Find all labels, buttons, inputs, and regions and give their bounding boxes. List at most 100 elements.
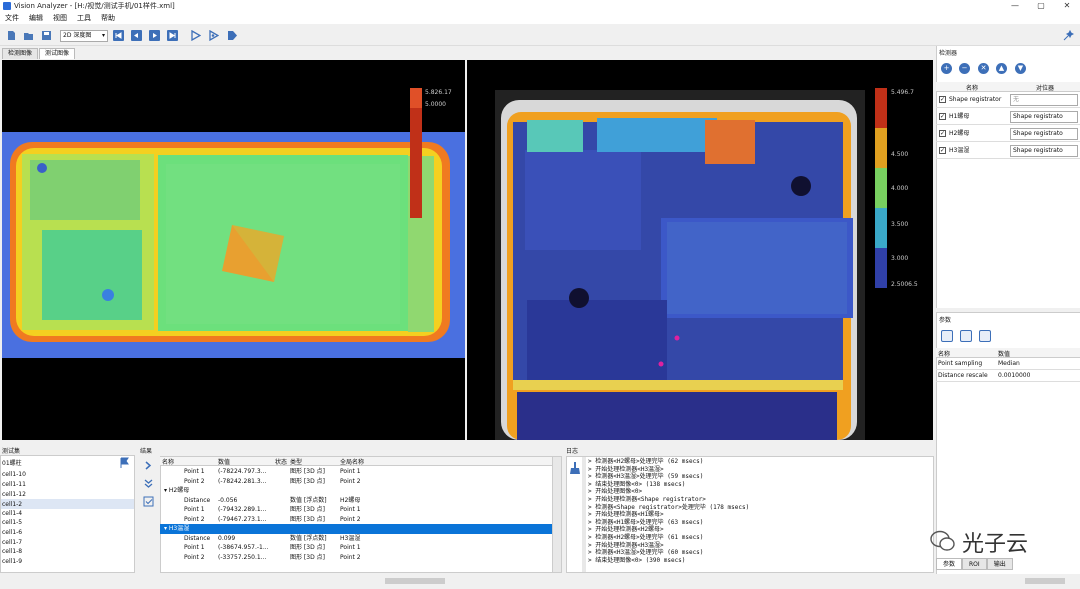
horizontal-scrollbar-right[interactable] — [1025, 578, 1065, 584]
result-row[interactable]: Point 1 (-78224.797.3... 图形 [3D 点] Point 1 — [160, 467, 552, 477]
param-value[interactable]: Median — [998, 358, 1020, 370]
run-step-icon[interactable] — [208, 30, 219, 41]
minimize-button[interactable]: — — [1002, 0, 1028, 12]
menu-tools[interactable]: 工具 — [72, 12, 96, 24]
col-param-name: 名称 — [938, 351, 951, 358]
result-row[interactable]: Distance -0.056 数值 [浮点数] H2螺母 — [160, 496, 552, 506]
detector-checkbox[interactable]: ✓ — [939, 130, 946, 137]
param-row[interactable]: Point sampling Median — [936, 358, 1080, 370]
results-scrollbar[interactable] — [552, 457, 561, 572]
result-type: 图形 [3D 点] — [290, 506, 325, 513]
log-line: > 检测器<H3温湿>处理完毕 (59 msecs) — [588, 473, 704, 481]
detector-checkbox[interactable]: ✓ — [939, 113, 946, 120]
test-set-item[interactable]: cell1-6 — [2, 528, 22, 537]
param-value[interactable]: 0.0010000 — [998, 370, 1030, 382]
result-row[interactable]: Point 2 (-79467.273.1... 图形 [3D 点] Point 2 — [160, 515, 552, 525]
last-icon[interactable] — [167, 30, 178, 41]
wechat-logo-icon — [930, 530, 955, 551]
view-tabs: 检测图像 测试图像 — [2, 48, 76, 59]
test-set-item[interactable]: cell1-9 — [2, 557, 22, 566]
tab-params[interactable]: 参数 — [936, 558, 963, 570]
detector-select-value: 无 — [1013, 96, 1020, 103]
detector-select[interactable]: Shape registrato — [1010, 145, 1078, 157]
param-reset-button[interactable] — [979, 330, 991, 342]
view-select[interactable]: 2D 深度图 ▾ — [60, 30, 108, 42]
play-icon[interactable] — [227, 30, 238, 41]
delete-detector-button[interactable]: ✕ — [978, 63, 989, 74]
test-set-item[interactable]: 01螺柱 — [2, 459, 22, 468]
detector-row[interactable]: ✓ Shape registrator 无 — [936, 92, 1080, 108]
open-folder-icon[interactable] — [23, 30, 34, 41]
menu-edit[interactable]: 编辑 — [24, 12, 48, 24]
result-row[interactable]: Point 2 (-78242.281.3... 图形 [3D 点] Point 2 — [160, 477, 552, 487]
add-detector-button[interactable]: + — [941, 63, 952, 74]
horizontal-scrollbar[interactable] — [385, 578, 445, 584]
remove-detector-button[interactable]: − — [959, 63, 970, 74]
result-row[interactable]: ▾ H2螺母 — [160, 486, 552, 496]
move-up-button[interactable]: ▲ — [996, 63, 1007, 74]
first-icon[interactable] — [113, 30, 124, 41]
move-down-button[interactable]: ▼ — [1015, 63, 1026, 74]
menu-file[interactable]: 文件 — [0, 12, 24, 24]
menu-help[interactable]: 帮助 — [96, 12, 120, 24]
detector-select[interactable]: Shape registrato — [1010, 111, 1078, 123]
settings-wand-icon[interactable] — [1063, 30, 1074, 41]
broom-icon[interactable] — [570, 462, 580, 474]
test-set-item[interactable]: cell1-5 — [2, 518, 22, 527]
tab-output[interactable]: 输出 — [986, 558, 1013, 570]
test-set-item[interactable]: cell1-11 — [2, 480, 26, 489]
detector-name: H1螺母 — [949, 113, 970, 120]
right-image-view[interactable]: 5.496.7 4.500 4.000 3.500 3.000 2.5006.5 — [467, 60, 933, 440]
result-type: 图形 [3D 点] — [290, 544, 325, 551]
detector-select[interactable]: 无 — [1010, 94, 1078, 106]
tab-detect-image[interactable]: 检测图像 — [2, 48, 39, 59]
test-set-item[interactable]: cell1-2 — [2, 500, 22, 509]
save-icon[interactable] — [41, 30, 52, 41]
result-name: Point 2 — [184, 515, 205, 523]
col-result-state: 状态 — [275, 459, 288, 466]
test-set-item[interactable]: cell1-8 — [2, 547, 22, 556]
result-value: (-38674.957.-1... — [218, 544, 269, 551]
detector-select[interactable]: Shape registrato — [1010, 128, 1078, 140]
log-line: > 开始处理检测器<H1螺母> — [588, 511, 664, 519]
test-set-item[interactable]: cell1-7 — [2, 538, 22, 547]
checklist-icon[interactable] — [143, 496, 154, 507]
test-set-item[interactable]: cell1-10 — [2, 470, 26, 479]
test-set-item[interactable]: cell1-12 — [2, 490, 26, 499]
detector-checkbox[interactable]: ✓ — [939, 96, 946, 103]
col-name: 名称 — [966, 85, 979, 92]
result-row[interactable]: Point 1 (-38674.957.-1... 图形 [3D 点] Point 1 — [160, 543, 552, 553]
detector-row[interactable]: ✓ H3温湿 Shape registrato — [936, 143, 1080, 159]
col-result-value: 数值 — [218, 459, 231, 466]
prev-icon[interactable] — [131, 30, 142, 41]
detectors-header: 名称 对位器 — [936, 82, 1080, 92]
close-button[interactable]: ✕ — [1054, 0, 1080, 12]
detector-row[interactable]: ✓ H2螺母 Shape registrato — [936, 126, 1080, 142]
flag-icon[interactable] — [119, 457, 130, 468]
new-file-icon[interactable] — [6, 30, 17, 41]
menu-view[interactable]: 视图 — [48, 12, 72, 24]
detector-row[interactable]: ✓ H1螺母 Shape registrato — [936, 109, 1080, 125]
tab-test-image[interactable]: 测试图像 — [39, 48, 76, 59]
left-image-view[interactable]: 5.826.17 5.0000 — [2, 60, 465, 440]
param-list-button[interactable] — [960, 330, 972, 342]
param-row[interactable]: Distance rescale 0.0010000 — [936, 370, 1080, 382]
detector-checkbox[interactable]: ✓ — [939, 147, 946, 154]
tab-roi[interactable]: ROI — [962, 558, 987, 570]
maximize-button[interactable]: ▢ — [1028, 0, 1054, 12]
result-row[interactable]: ▾ H3温湿 — [160, 524, 552, 534]
view-select-value: 2D 深度图 — [63, 32, 92, 39]
run-icon[interactable] — [190, 30, 201, 41]
chevron-right-icon[interactable] — [143, 460, 154, 471]
result-row[interactable]: Point 2 (-33757.250.1... 图形 [3D 点] Point 2 — [160, 553, 552, 563]
param-load-button[interactable] — [941, 330, 953, 342]
result-type: 图形 [3D 点] — [290, 553, 325, 561]
next-icon[interactable] — [149, 30, 160, 41]
result-global: H2螺母 — [340, 496, 361, 504]
detector-name: Shape registrator — [949, 96, 1002, 103]
test-set-item[interactable]: cell1-4 — [2, 509, 22, 518]
chevron-double-down-icon[interactable] — [143, 478, 154, 489]
result-row[interactable]: Point 1 (-79432.289.1... 图形 [3D 点] Point 1 — [160, 505, 552, 515]
result-row[interactable]: Distance 0.099 数值 [浮点数] H3温湿 — [160, 534, 552, 544]
right-scale-label-3: 4.000 — [891, 185, 908, 192]
